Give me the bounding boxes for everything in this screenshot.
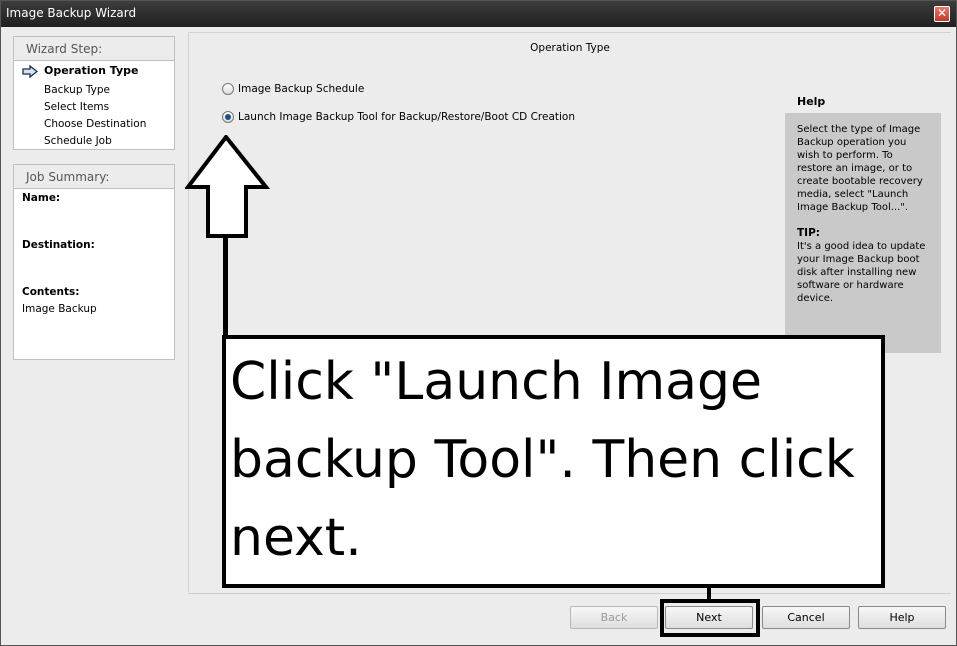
wizard-step-select-items: Select Items [44, 101, 110, 113]
wizard-step-heading: Wizard Step: [14, 37, 174, 61]
annotation-box: Click "Launch Image backup Tool". Then c… [222, 335, 885, 588]
window-title: Image Backup Wizard [6, 6, 137, 20]
option-launch-image-backup-tool[interactable]: Launch Image Backup Tool for Backup/Rest… [222, 111, 575, 123]
footer-divider [188, 593, 951, 594]
wizard-step-choose-destination: Choose Destination [44, 118, 147, 130]
title-bar[interactable]: Image Backup Wizard ✕ [1, 1, 956, 27]
wizard-step-backup-type: Backup Type [44, 84, 110, 96]
wizard-step-schedule-job: Schedule Job [44, 135, 112, 147]
current-step-arrow-icon [22, 65, 38, 78]
summary-destination-label: Destination: [22, 239, 95, 251]
cancel-button[interactable]: Cancel [762, 606, 850, 629]
radio-image-backup-schedule[interactable] [222, 83, 234, 95]
annotation-up-arrow-icon [185, 135, 271, 338]
help-panel: Help Select the type of Image Backup ope… [785, 88, 941, 353]
wizard-step-operation-type: Operation Type [44, 64, 139, 77]
wizard-steps-panel: Wizard Step: Operation Type Backup Type … [13, 36, 175, 150]
summary-name-label: Name: [22, 192, 61, 204]
option-image-backup-schedule[interactable]: Image Backup Schedule [222, 83, 364, 95]
job-summary-panel: Job Summary: Name: Destination: Contents… [13, 164, 175, 360]
job-summary-heading: Job Summary: [14, 165, 174, 189]
next-button-highlight [660, 599, 760, 637]
help-heading: Help [785, 88, 941, 113]
help-button[interactable]: Help [858, 606, 946, 629]
annotation-text: Click "Launch Image backup Tool". Then c… [230, 352, 855, 568]
radio-launch-image-backup-tool[interactable] [222, 111, 234, 123]
help-body: Select the type of Image Backup operatio… [785, 113, 941, 305]
back-button[interactable]: Back [570, 606, 658, 629]
option-label: Image Backup Schedule [238, 83, 365, 95]
image-backup-wizard-window: Image Backup Wizard ✕ Wizard Step: Opera… [0, 0, 957, 646]
option-label: Launch Image Backup Tool for Backup/Rest… [238, 111, 576, 123]
close-icon[interactable]: ✕ [934, 6, 950, 22]
help-tip-heading: TIP: [797, 227, 820, 239]
help-text: Select the type of Image Backup operatio… [797, 124, 923, 213]
page-title: Operation Type [530, 42, 610, 54]
summary-contents-label: Contents: [22, 286, 80, 298]
summary-contents-value: Image Backup [22, 303, 97, 315]
help-tip-text: It's a good idea to update your Image Ba… [797, 241, 926, 304]
